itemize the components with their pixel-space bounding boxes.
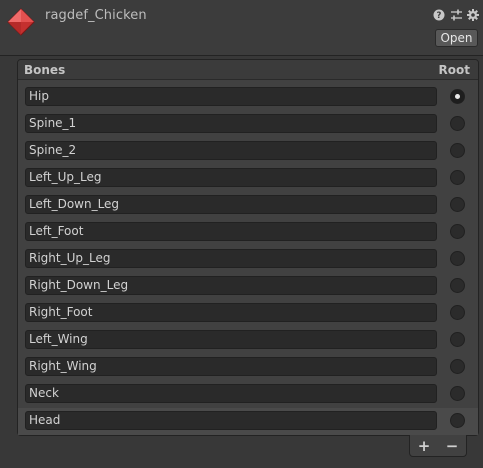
bone-name-field[interactable]: Left_Foot [25, 222, 437, 241]
bone-name-field[interactable]: Head [25, 411, 437, 430]
root-radio-button[interactable] [450, 278, 465, 293]
bone-row[interactable]: Right_Down_Leg [18, 273, 478, 300]
settings-gear-icon[interactable] [466, 8, 480, 22]
root-radio-button[interactable] [450, 251, 465, 266]
ragdoll-asset-icon [7, 8, 35, 36]
bone-name-field[interactable]: Right_Foot [25, 303, 437, 322]
bone-row[interactable]: Left_Up_Leg [18, 165, 478, 192]
bone-name-field[interactable]: Left_Down_Leg [25, 195, 437, 214]
root-radio-button[interactable] [450, 332, 465, 347]
bone-row[interactable]: Head [18, 408, 478, 435]
root-radio-button[interactable] [450, 413, 465, 428]
bones-column-header: Bones [24, 63, 66, 77]
add-bone-button[interactable]: + [414, 437, 434, 455]
root-column-header: Root [438, 63, 470, 77]
bone-row[interactable]: Right_Up_Leg [18, 246, 478, 273]
bone-row[interactable]: Spine_2 [18, 138, 478, 165]
bone-name-field[interactable]: Right_Down_Leg [25, 276, 437, 295]
bone-name-field[interactable]: Right_Wing [25, 357, 437, 376]
list-footer: + − [409, 435, 467, 457]
root-radio-button[interactable] [450, 143, 465, 158]
bone-name-field[interactable]: Neck [25, 384, 437, 403]
bone-name-field[interactable]: Spine_2 [25, 141, 437, 160]
bone-row[interactable]: Neck [18, 381, 478, 408]
help-icon[interactable]: ? [432, 8, 446, 22]
bone-row[interactable]: Hip [18, 84, 478, 111]
root-radio-button[interactable] [450, 386, 465, 401]
bone-row[interactable]: Left_Wing [18, 327, 478, 354]
bone-row[interactable]: Spine_1 [18, 111, 478, 138]
bones-list: Bones Root Hip Spine_1 Spine_2 Left_Up_Leg L… [17, 59, 479, 436]
root-radio-button[interactable] [450, 116, 465, 131]
bone-row[interactable]: Right_Wing [18, 354, 478, 381]
bone-name-field[interactable]: Hip [25, 87, 437, 106]
open-button[interactable]: Open [435, 29, 478, 47]
root-radio-button[interactable] [450, 359, 465, 374]
presets-icon[interactable] [449, 8, 463, 22]
bone-row[interactable]: Left_Foot [18, 219, 478, 246]
list-header: Bones Root [18, 60, 478, 80]
bone-row[interactable]: Left_Down_Leg [18, 192, 478, 219]
bone-name-field[interactable]: Left_Wing [25, 330, 437, 349]
root-radio-button[interactable] [450, 197, 465, 212]
bone-name-field[interactable]: Left_Up_Leg [25, 168, 437, 187]
bone-row[interactable]: Right_Foot [18, 300, 478, 327]
inspector-header: ragdef_Chicken ? Open [0, 0, 483, 56]
asset-title: ragdef_Chicken [45, 8, 147, 23]
root-radio-button[interactable] [450, 89, 465, 104]
bone-name-field[interactable]: Spine_1 [25, 114, 437, 133]
svg-text:?: ? [437, 11, 442, 21]
root-radio-button[interactable] [450, 305, 465, 320]
root-radio-button[interactable] [450, 224, 465, 239]
bone-name-field[interactable]: Right_Up_Leg [25, 249, 437, 268]
remove-bone-button[interactable]: − [442, 437, 462, 455]
header-icons: ? [432, 7, 480, 23]
root-radio-button[interactable] [450, 170, 465, 185]
